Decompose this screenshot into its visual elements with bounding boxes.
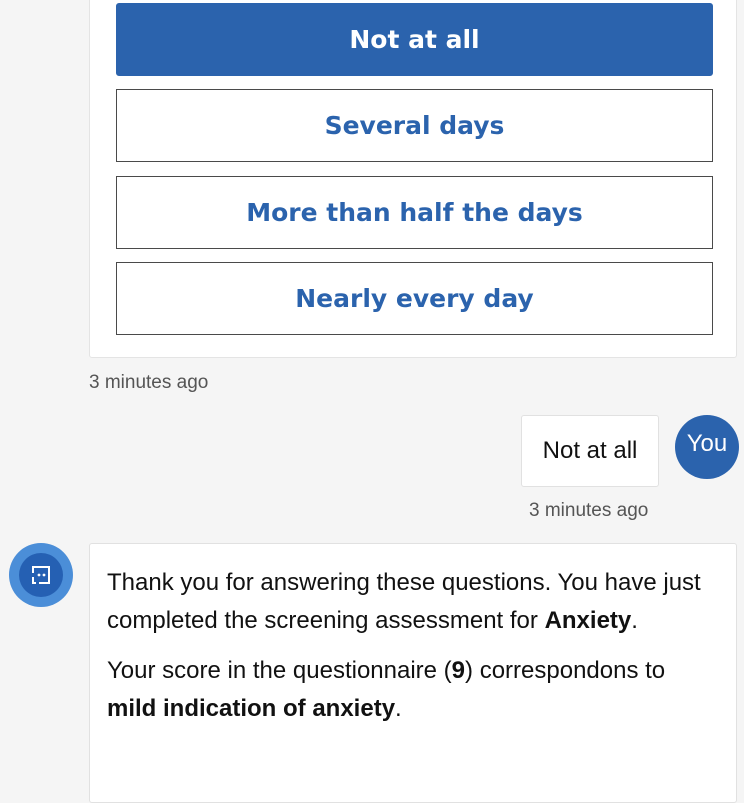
option-several-days-button[interactable]: Several days [116, 89, 713, 162]
options-timestamp: 3 minutes ago [89, 372, 209, 393]
user-avatar: You [675, 415, 739, 479]
answer-options-card: Not at all Several days More than half t… [89, 0, 737, 358]
assessment-name: Anxiety [544, 607, 632, 634]
option-more-than-half-button[interactable]: More than half the days [116, 176, 713, 249]
bot-message-paragraph-2: Your score in the questionnaire (9) corr… [107, 657, 666, 722]
bot-message-paragraph-1: Thank you for answering these questions.… [107, 569, 701, 634]
score-interpretation: mild indication of anxiety [107, 695, 396, 722]
user-reply-timestamp: 3 minutes ago [529, 500, 649, 521]
option-nearly-every-day-button[interactable]: Nearly every day [116, 262, 713, 335]
user-reply-bubble: Not at all [521, 415, 659, 487]
bot-message-bubble: Thank you for answering these questions.… [89, 543, 737, 803]
option-not-at-all-button[interactable]: Not at all [116, 3, 713, 76]
chat-bot-icon [19, 553, 63, 597]
bot-avatar [9, 543, 73, 607]
score-value: 9 [451, 657, 466, 684]
